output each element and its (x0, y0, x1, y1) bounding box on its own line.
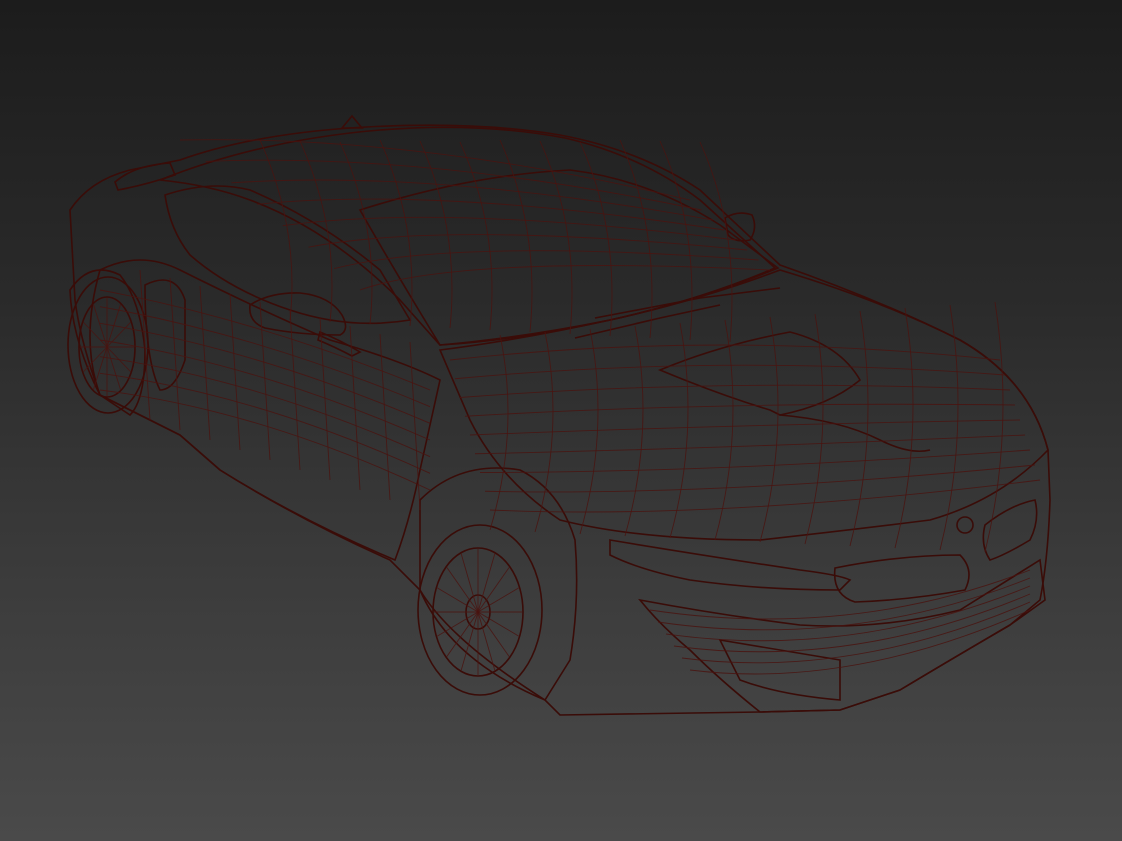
roof-wire (659, 140, 693, 341)
hood-wire (624, 325, 644, 537)
hood-wire (479, 449, 1031, 473)
roof-wire (359, 265, 771, 291)
hood-wire (669, 322, 689, 539)
grille-right (982, 499, 1038, 561)
car-wireframe-model[interactable] (0, 0, 1122, 841)
side-air-intake (144, 279, 186, 391)
side-wire (259, 301, 271, 461)
antenna (340, 114, 364, 129)
hood-vent (657, 331, 862, 416)
hood-wire (474, 434, 1026, 455)
car-body (69, 124, 1051, 716)
side-wire (199, 285, 211, 441)
wiper-left (594, 287, 781, 319)
side-wire (409, 341, 421, 511)
hood-vent-rim (779, 414, 931, 453)
wiper-right (574, 304, 721, 339)
roof-wire (459, 141, 493, 331)
front-wheel-arch (419, 467, 578, 702)
side-wire (99, 372, 431, 474)
roof-wire (299, 140, 333, 323)
wheel-spoke (93, 346, 108, 390)
roof-wire (282, 216, 736, 241)
wheel-spoke (446, 567, 479, 613)
roof-wire (699, 141, 733, 343)
hood-wire (459, 384, 1011, 398)
hood-wire (714, 319, 734, 541)
3d-viewport[interactable] (0, 0, 1122, 841)
hood-wire (464, 403, 1016, 417)
wheel-spoke (93, 304, 108, 348)
wheel-spoke (106, 304, 121, 348)
side-wire (99, 389, 431, 491)
wheel-spoke (477, 611, 510, 657)
hood-wire (579, 328, 599, 535)
rear-fin (114, 162, 177, 191)
brand-badge (956, 516, 974, 534)
hood-wire (759, 316, 779, 543)
wheel-spoke (106, 346, 121, 390)
bumper-wire (689, 609, 1031, 675)
wireframe-mesh (80, 139, 1041, 675)
hood-wire (454, 364, 1006, 380)
headlight (609, 539, 852, 591)
side-wire (229, 293, 241, 451)
side-wire (289, 309, 301, 471)
bumper-wire (681, 601, 1031, 664)
roof-wire (499, 139, 533, 333)
hood-wire (894, 307, 914, 549)
front-grille (833, 554, 970, 603)
hood-wire (489, 334, 509, 531)
hood-wire (804, 313, 824, 545)
roof-wire (257, 198, 725, 231)
roof-wire (339, 141, 373, 325)
hood-wire (489, 479, 1041, 513)
wheel-spoke (477, 567, 510, 613)
